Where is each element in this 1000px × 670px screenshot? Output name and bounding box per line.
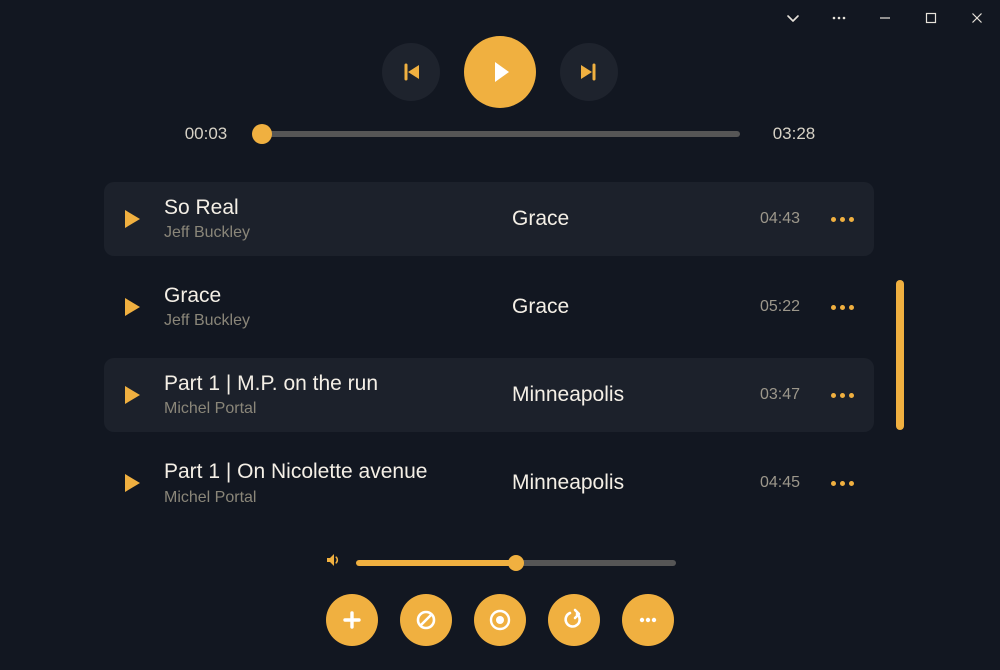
track-more-button[interactable] bbox=[818, 217, 854, 222]
track-duration: 05:22 bbox=[740, 298, 800, 316]
track-more-button[interactable] bbox=[818, 393, 854, 398]
track-more-button[interactable] bbox=[818, 481, 854, 486]
dropdown-button[interactable] bbox=[770, 0, 816, 36]
total-time-label: 03:28 bbox=[768, 124, 820, 144]
playlist-scrollbar[interactable] bbox=[896, 280, 904, 430]
play-icon[interactable] bbox=[118, 296, 146, 318]
playback-controls bbox=[0, 36, 1000, 108]
track-row[interactable]: Part 1 | On Nicolette avenue Michel Port… bbox=[104, 446, 874, 520]
seek-slider[interactable] bbox=[260, 129, 740, 139]
track-row[interactable]: So Real Jeff Buckley Grace 04:43 bbox=[104, 182, 874, 256]
track-title: So Real bbox=[164, 196, 494, 220]
shuffle-button[interactable] bbox=[400, 594, 452, 646]
track-title: Grace bbox=[164, 284, 494, 308]
elapsed-time-label: 00:03 bbox=[180, 124, 232, 144]
track-more-button[interactable] bbox=[818, 305, 854, 310]
track-duration: 04:43 bbox=[740, 210, 800, 228]
bottom-actions bbox=[0, 594, 1000, 646]
track-album: Minneapolis bbox=[512, 383, 722, 407]
next-track-button[interactable] bbox=[560, 43, 618, 101]
track-artist: Jeff Buckley bbox=[164, 312, 494, 330]
track-row[interactable]: Part 1 | M.P. on the run Michel Portal M… bbox=[104, 358, 874, 432]
track-artist: Jeff Buckley bbox=[164, 224, 494, 242]
play-button[interactable] bbox=[464, 36, 536, 108]
record-button[interactable] bbox=[474, 594, 526, 646]
track-album: Grace bbox=[512, 207, 722, 231]
repeat-button[interactable] bbox=[548, 594, 600, 646]
minimize-button[interactable] bbox=[862, 0, 908, 36]
previous-track-button[interactable] bbox=[382, 43, 440, 101]
track-title: Part 1 | On Nicolette avenue bbox=[164, 460, 494, 484]
volume-icon[interactable] bbox=[324, 551, 342, 574]
volume-slider[interactable] bbox=[356, 558, 676, 568]
progress-bar-row: 00:03 03:28 bbox=[0, 124, 1000, 144]
play-icon[interactable] bbox=[118, 472, 146, 494]
volume-row bbox=[0, 551, 1000, 574]
track-album: Grace bbox=[512, 295, 722, 319]
track-duration: 03:47 bbox=[740, 386, 800, 404]
add-button[interactable] bbox=[326, 594, 378, 646]
track-artist: Michel Portal bbox=[164, 400, 494, 418]
close-button[interactable] bbox=[954, 0, 1000, 36]
play-icon[interactable] bbox=[118, 384, 146, 406]
track-album: Minneapolis bbox=[512, 471, 722, 495]
maximize-button[interactable] bbox=[908, 0, 954, 36]
playlist: So Real Jeff Buckley Grace 04:43 Grace J… bbox=[104, 182, 874, 535]
track-artist: Michel Portal bbox=[164, 489, 494, 507]
more-actions-button[interactable] bbox=[622, 594, 674, 646]
app-menu-button[interactable] bbox=[816, 0, 862, 36]
track-row[interactable]: Grace Jeff Buckley Grace 05:22 bbox=[104, 270, 874, 344]
track-duration: 04:45 bbox=[740, 474, 800, 492]
track-title: Part 1 | M.P. on the run bbox=[164, 372, 494, 396]
play-icon[interactable] bbox=[118, 208, 146, 230]
window-titlebar bbox=[770, 0, 1000, 36]
